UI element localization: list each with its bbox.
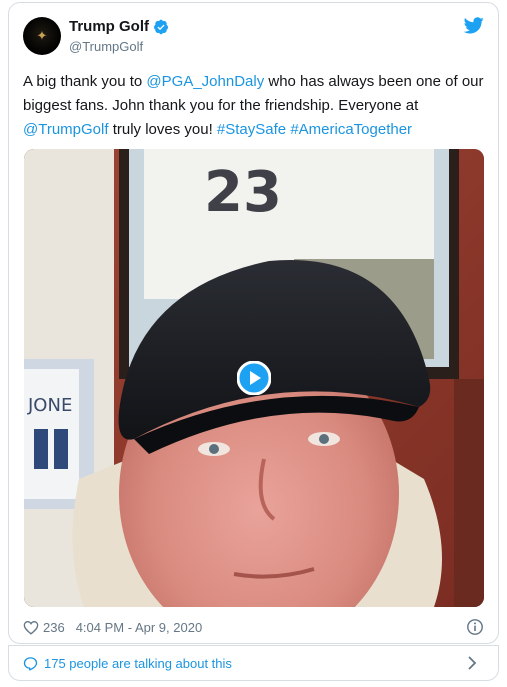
author-display-name-row[interactable]: Trump Golf (69, 18, 169, 35)
conversation-link[interactable]: 175 people are talking about this (8, 645, 499, 681)
hashtag-link[interactable]: #AmericaTogether (290, 121, 412, 138)
chevron-right-icon[interactable] (466, 656, 478, 670)
crest-logo-icon: ✦ (36, 28, 48, 44)
embedded-tweet-card: ✦ Trump Golf @TrumpGolf A big thank you … (8, 2, 499, 644)
mention-link[interactable]: @TrumpGolf (23, 121, 109, 138)
like-count: 236 (43, 619, 65, 635)
speech-bubble-icon (23, 656, 38, 671)
play-icon[interactable] (237, 361, 271, 395)
tweet-header: ✦ Trump Golf @TrumpGolf (23, 15, 484, 59)
author-names: Trump Golf @TrumpGolf (69, 18, 169, 54)
twitter-bird-icon[interactable] (464, 17, 484, 34)
tweet-timestamp[interactable]: 4:04 PM - Apr 9, 2020 (76, 620, 202, 635)
hashtag-link[interactable]: #StaySafe (217, 121, 286, 138)
jersey-number-text: 23 (204, 160, 282, 225)
tweet-text: A big thank you to @PGA_JohnDaly who has… (23, 70, 485, 142)
tweet-meta: 236 4:04 PM - Apr 9, 2020 (23, 617, 484, 637)
avatar[interactable]: ✦ (23, 17, 61, 55)
info-icon[interactable] (466, 618, 484, 636)
author-handle[interactable]: @TrumpGolf (69, 39, 169, 54)
jersey-name-text: JONE (27, 395, 72, 416)
tweet-text-part: truly loves you! (108, 121, 217, 138)
author-display-name[interactable]: Trump Golf (69, 18, 149, 35)
like-action[interactable]: 236 (23, 620, 65, 635)
mention-link[interactable]: @PGA_JohnDaly (146, 73, 264, 90)
verified-badge-icon (154, 19, 168, 34)
video-thumbnail[interactable]: JONE 23 (24, 149, 484, 607)
tweet-text-part: A big thank you to (23, 73, 147, 90)
conversation-text[interactable]: 175 people are talking about this (44, 656, 232, 671)
heart-icon (23, 620, 39, 635)
